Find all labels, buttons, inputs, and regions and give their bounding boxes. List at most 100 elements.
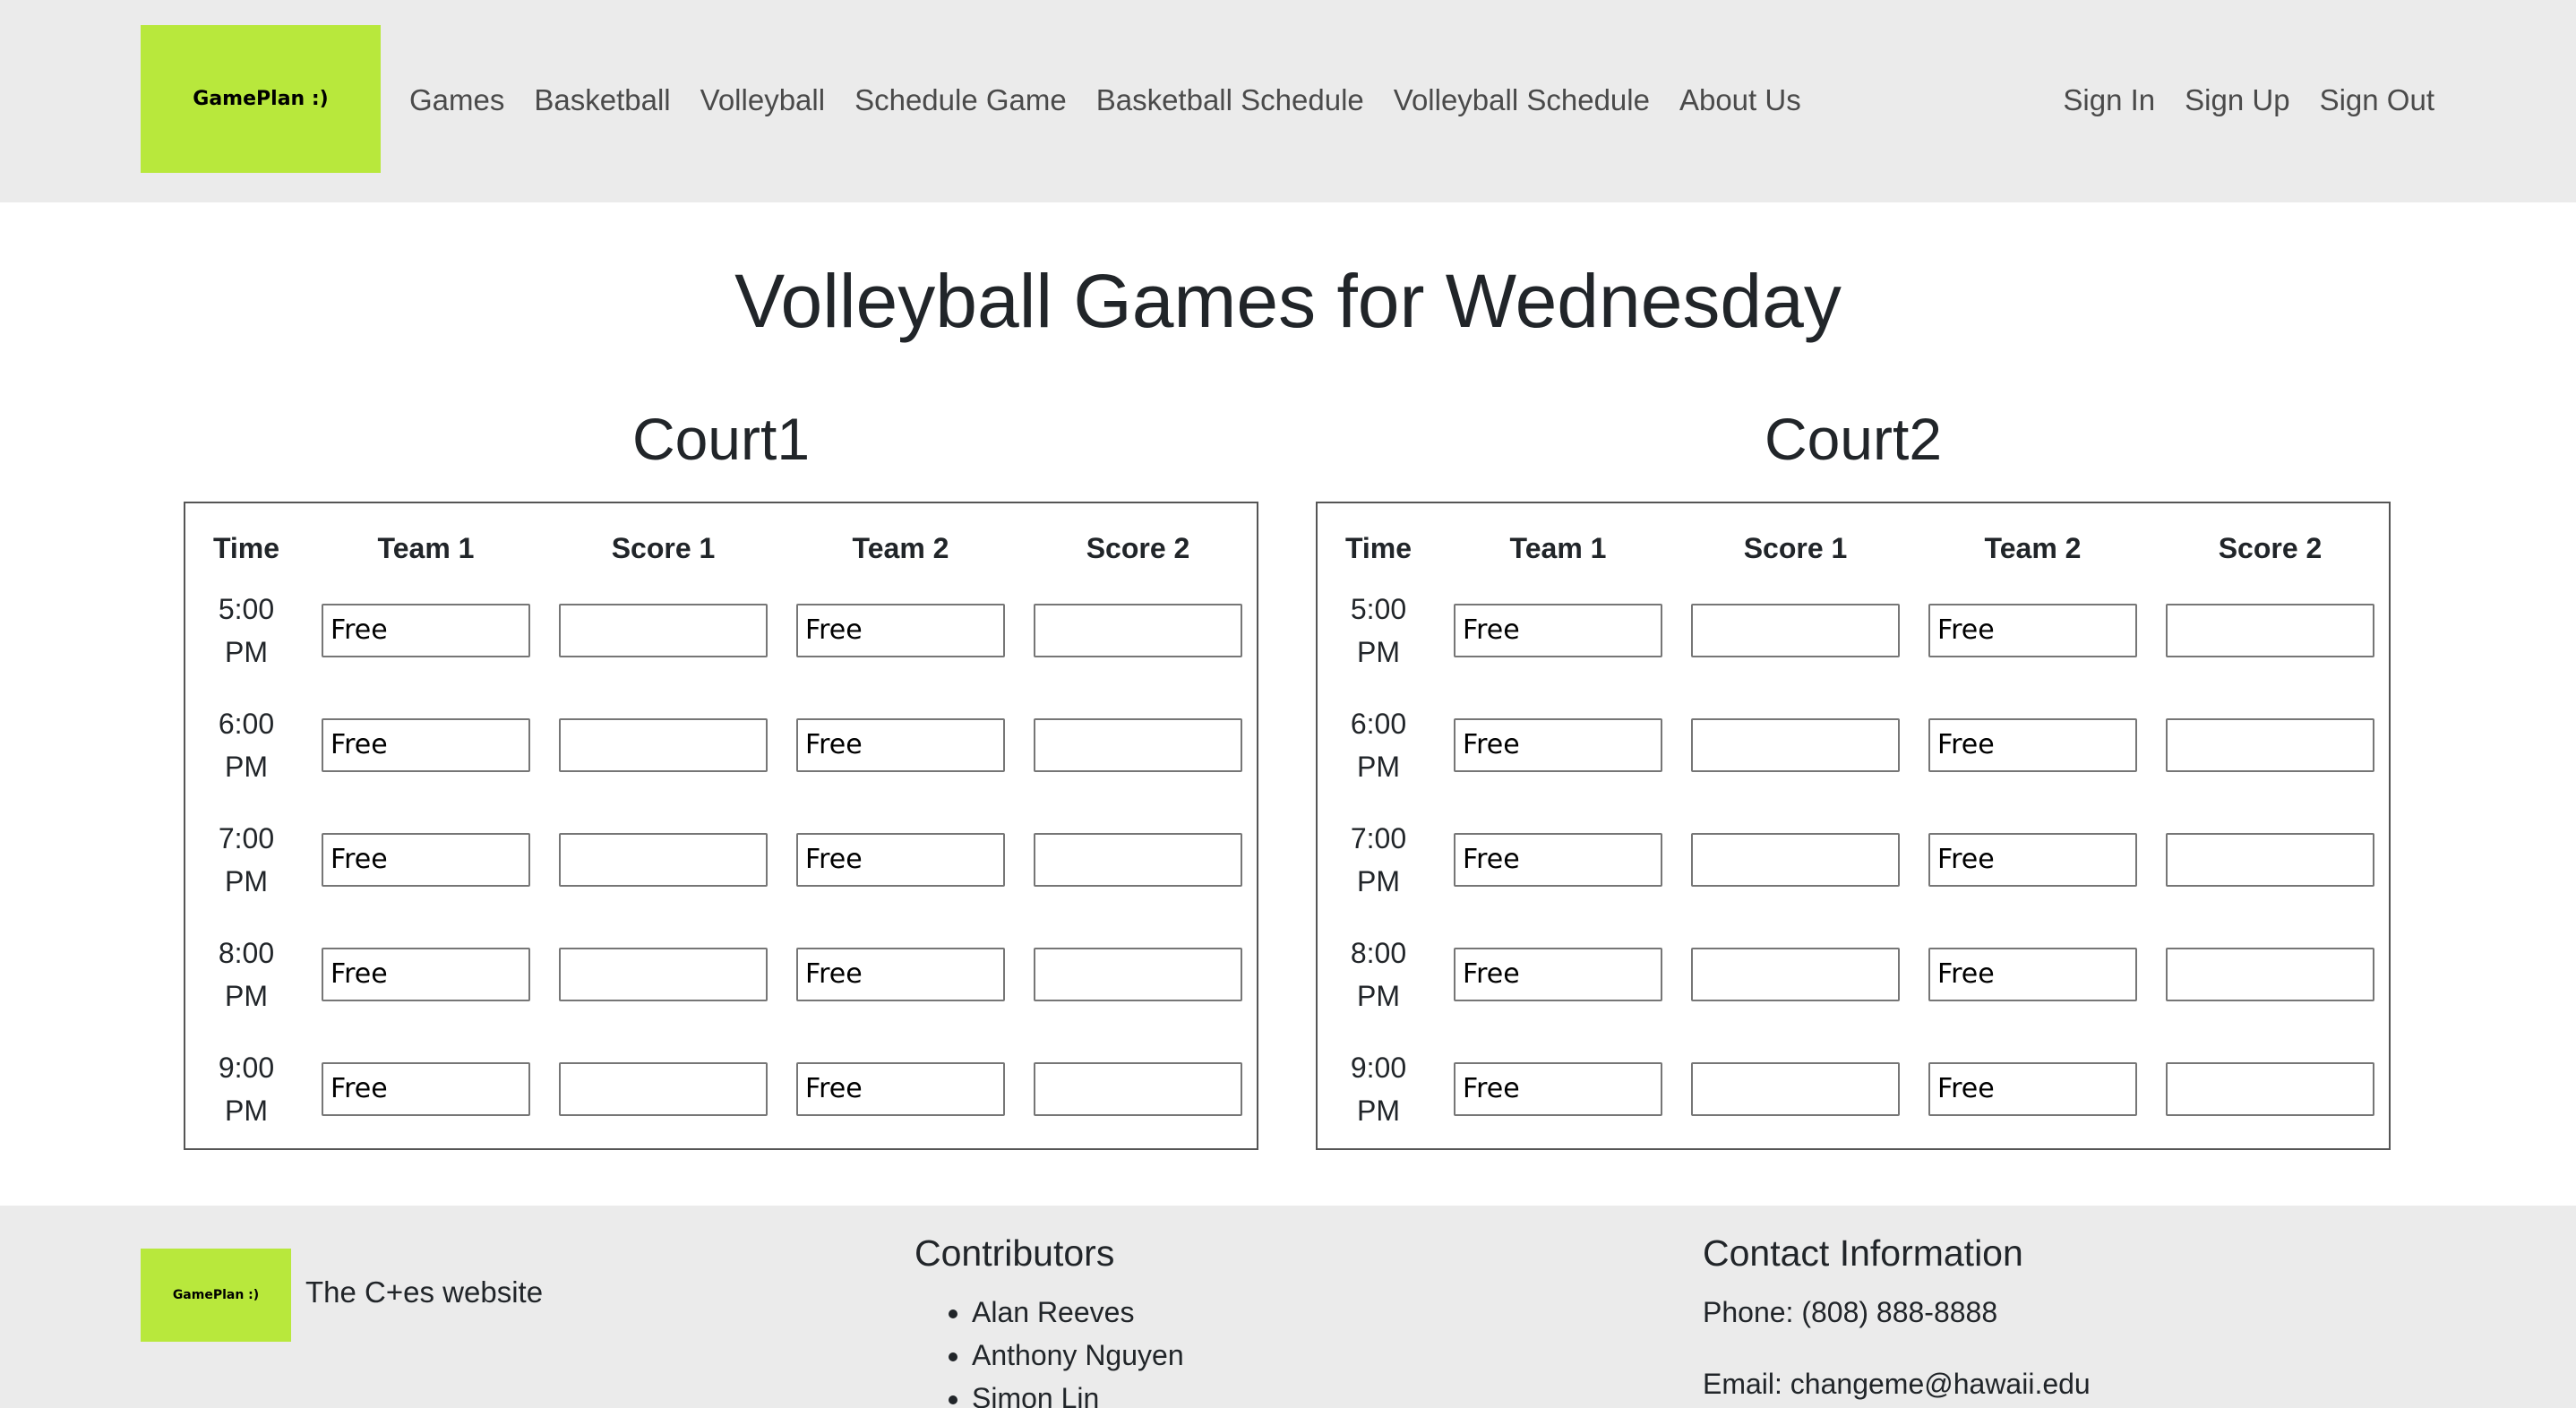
brand-logo[interactable]: GamePlan :)	[141, 25, 381, 173]
score1-header: Score 1	[611, 531, 716, 564]
nav-link-basketball-schedule[interactable]: Basketball Schedule	[1096, 83, 1364, 117]
score2-cell	[2151, 573, 2389, 688]
score1-cell	[1677, 917, 1914, 1032]
time-slot: 8:00 PM	[1318, 917, 1439, 1032]
score1-input[interactable]	[559, 948, 768, 1001]
score2-input[interactable]	[1034, 604, 1242, 657]
time-slot-text: 9:00	[1350, 1052, 1407, 1084]
time-slot: 5:00 PM	[185, 573, 307, 688]
team2-input[interactable]: Free	[1928, 718, 2137, 772]
team2-input[interactable]: Free	[796, 1062, 1005, 1116]
nav-link-games[interactable]: Games	[409, 83, 504, 117]
time-slot-text: PM	[1357, 636, 1400, 668]
team1-input[interactable]: Free	[322, 604, 530, 657]
team2-input[interactable]: Free	[796, 718, 1005, 772]
score1-input[interactable]	[1691, 948, 1900, 1001]
score1-input[interactable]	[559, 604, 768, 657]
team1-input[interactable]: Free	[322, 718, 530, 772]
time-slot-text: 7:00	[1350, 822, 1407, 854]
court-title: Court1	[631, 406, 811, 472]
score2-cell	[1019, 803, 1257, 917]
time-slot-text: PM	[1357, 980, 1400, 1012]
team2-cell: Free	[1914, 917, 2151, 1032]
score1-input[interactable]	[1691, 1062, 1900, 1116]
score2-input[interactable]	[1034, 1062, 1242, 1116]
team2-header: Team 2	[1984, 531, 2082, 564]
time-slot: 6:00 PM	[1318, 688, 1439, 803]
score2-input[interactable]	[1034, 948, 1242, 1001]
nav-link-about-us[interactable]: About Us	[1679, 83, 1801, 117]
court-schedule-table: Time Team 1 Score 1 Team 2 Score 2 5:00 PM Fre…	[1318, 523, 2389, 1146]
sign-in-link[interactable]: Sign In	[2063, 83, 2155, 117]
nav-link-volleyball[interactable]: Volleyball	[700, 83, 825, 117]
score1-cell	[1677, 803, 1914, 917]
sign-out-link[interactable]: Sign Out	[2320, 83, 2434, 117]
nav-link-schedule-game[interactable]: Schedule Game	[854, 83, 1067, 117]
score1-input[interactable]	[1691, 718, 1900, 772]
team2-input[interactable]: Free	[796, 833, 1005, 887]
team2-input[interactable]: Free	[1928, 604, 2137, 657]
time-slot-text: PM	[225, 636, 268, 668]
score2-input[interactable]	[2166, 1062, 2374, 1116]
score1-cell	[1677, 573, 1914, 688]
team2-input[interactable]: Free	[796, 604, 1005, 657]
team1-input[interactable]: Free	[1454, 1062, 1662, 1116]
team1-input[interactable]: Free	[322, 833, 530, 887]
court-schedule-box: Time Team 1 Score 1 Team 2 Score 2 5:00 PM Fre…	[1316, 502, 2391, 1150]
score2-cell	[1019, 688, 1257, 803]
time-slot: 8:00 PM	[185, 917, 307, 1032]
team2-input[interactable]: Free	[1928, 833, 2137, 887]
nav-link-basketball[interactable]: Basketball	[534, 83, 670, 117]
score2-input[interactable]	[2166, 718, 2374, 772]
contact-email[interactable]: Email: changeme@hawaii.edu	[1703, 1362, 2091, 1405]
table-row: 9:00 PM Free Free	[1318, 1032, 2389, 1146]
score1-input[interactable]	[559, 1062, 768, 1116]
sign-up-link[interactable]: Sign Up	[2185, 83, 2289, 117]
team1-input[interactable]: Free	[1454, 604, 1662, 657]
score1-input[interactable]	[1691, 833, 1900, 887]
time-slot-text: 6:00	[1350, 708, 1407, 740]
score2-input[interactable]	[2166, 604, 2374, 657]
team1-input[interactable]: Free	[1454, 948, 1662, 1001]
score1-input[interactable]	[559, 718, 768, 772]
score1-input[interactable]	[559, 833, 768, 887]
court-title: Court2	[1764, 406, 1943, 472]
nav-link-volleyball-schedule[interactable]: Volleyball Schedule	[1394, 83, 1650, 117]
contact-heading: Contact Information	[1703, 1232, 2023, 1274]
team2-input[interactable]: Free	[796, 948, 1005, 1001]
time-slot-text: PM	[1357, 1095, 1400, 1127]
team2-cell: Free	[1914, 573, 2151, 688]
time-slot: 9:00 PM	[1318, 1032, 1439, 1146]
score1-input[interactable]	[1691, 604, 1900, 657]
score2-cell	[2151, 917, 2389, 1032]
team2-cell: Free	[782, 803, 1019, 917]
score2-input[interactable]	[2166, 948, 2374, 1001]
team2-cell: Free	[782, 1032, 1019, 1146]
contact-phone: Phone: (808) 888-8888	[1703, 1296, 1998, 1328]
team1-input[interactable]: Free	[1454, 833, 1662, 887]
score2-cell	[2151, 803, 2389, 917]
time-slot: 7:00 PM	[185, 803, 307, 917]
score1-cell	[545, 1032, 782, 1146]
score2-input[interactable]	[1034, 833, 1242, 887]
team2-cell: Free	[782, 688, 1019, 803]
court-schedule-box: Time Team 1 Score 1 Team 2 Score 2 5:00 PM Fre…	[184, 502, 1258, 1150]
team2-input[interactable]: Free	[1928, 948, 2137, 1001]
score1-cell	[545, 917, 782, 1032]
score1-cell	[1677, 1032, 1914, 1146]
team1-input[interactable]: Free	[322, 948, 530, 1001]
team2-cell: Free	[782, 917, 1019, 1032]
score1-cell	[545, 688, 782, 803]
score2-input[interactable]	[2166, 833, 2374, 887]
contributor-item: Alan Reeves	[972, 1291, 1184, 1334]
team2-input[interactable]: Free	[1928, 1062, 2137, 1116]
table-row: 5:00 PM Free Free	[185, 573, 1257, 688]
team1-input[interactable]: Free	[1454, 718, 1662, 772]
time-slot-text: PM	[225, 865, 268, 897]
score2-input[interactable]	[1034, 718, 1242, 772]
time-slot-text: 5:00	[218, 593, 275, 625]
time-slot: 9:00 PM	[185, 1032, 307, 1146]
team1-cell: Free	[307, 917, 545, 1032]
team1-input[interactable]: Free	[322, 1062, 530, 1116]
team1-header: Team 1	[377, 531, 475, 564]
